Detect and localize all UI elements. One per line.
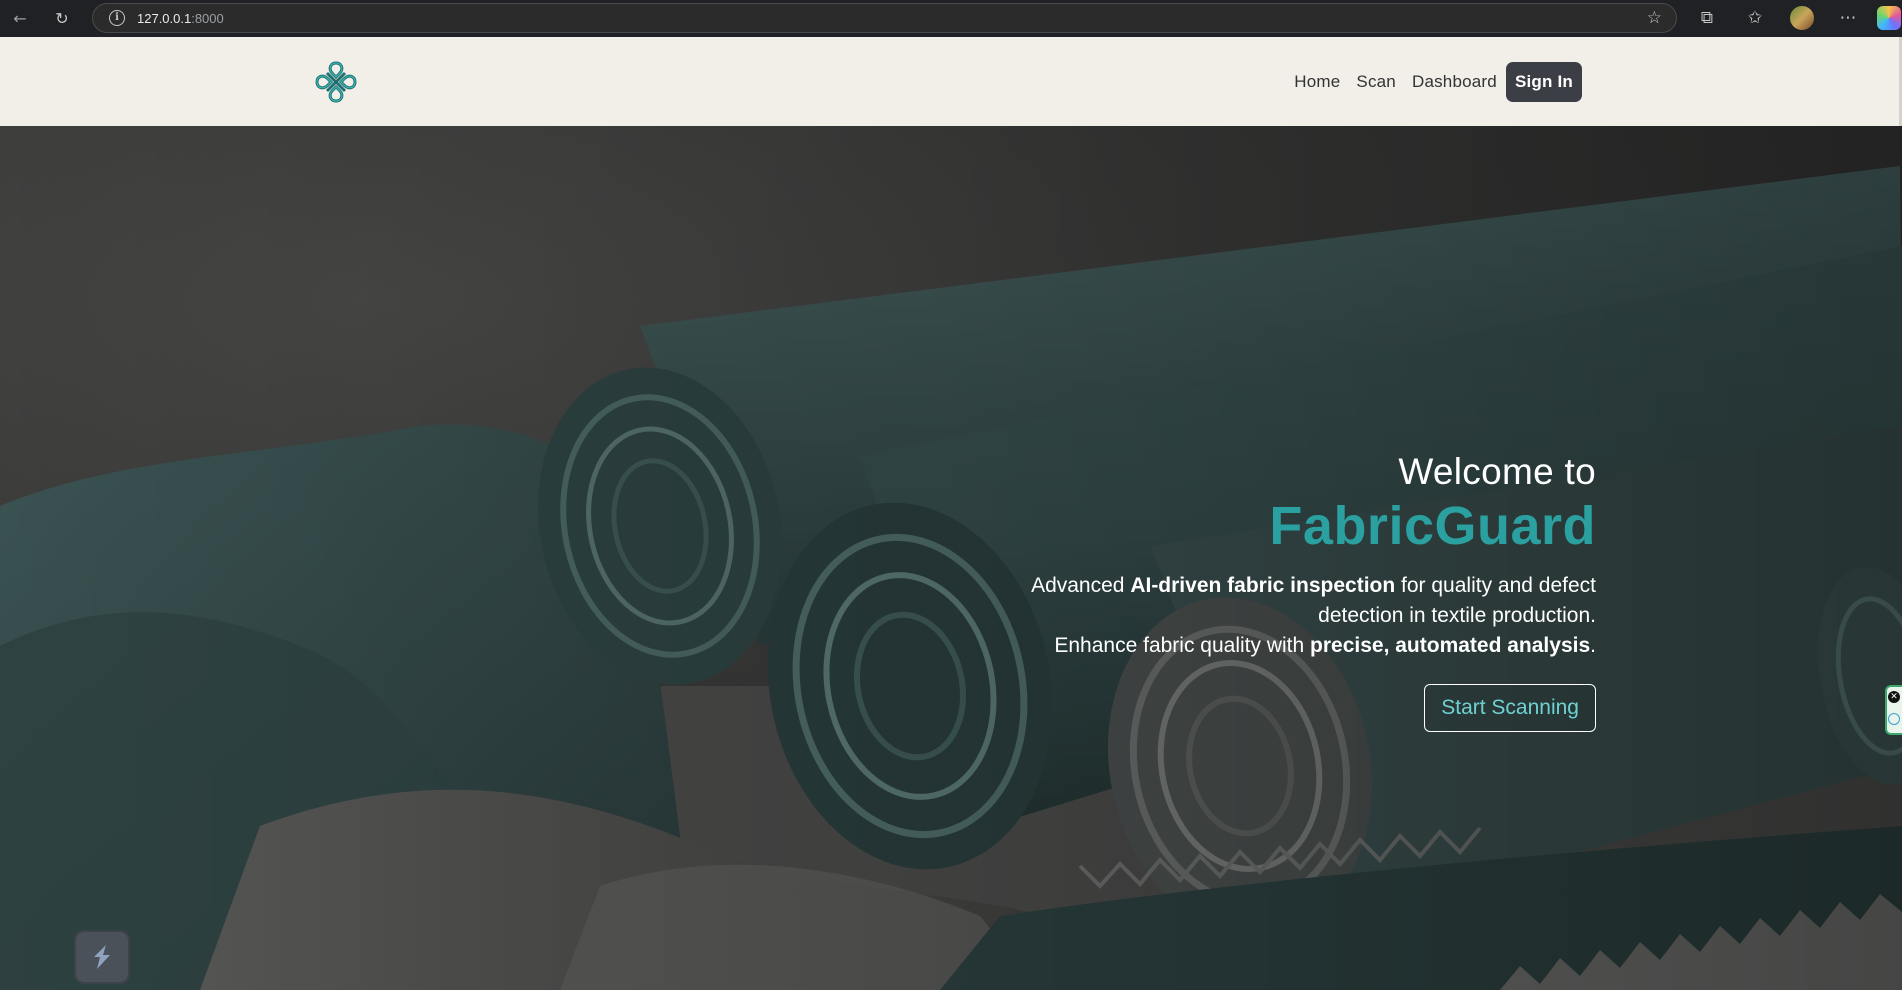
address-bar[interactable]: i 127.0.0.1:8000 ☆ [92, 3, 1677, 33]
hero-desc-line-1: Advanced AI-driven fabric inspection for… [1031, 571, 1596, 601]
desc-text: Advanced [1031, 574, 1131, 597]
lightning-icon [94, 945, 110, 969]
desc-text: . [1590, 634, 1596, 657]
hero-description: Advanced AI-driven fabric inspection for… [1031, 571, 1596, 661]
nav-dashboard-link[interactable]: Dashboard [1404, 64, 1505, 100]
logo-icon[interactable] [313, 59, 359, 105]
widget-icon[interactable] [1888, 713, 1900, 725]
url-port: :8000 [191, 10, 224, 26]
nav-scan-link[interactable]: Scan [1348, 64, 1404, 100]
start-scanning-button[interactable]: Start Scanning [1424, 684, 1596, 732]
floating-assistant-button[interactable] [74, 930, 130, 984]
more-icon[interactable]: ⋯ [1835, 5, 1861, 31]
avatar[interactable] [1790, 6, 1814, 30]
reload-icon[interactable]: ↻ [48, 5, 76, 33]
hero-welcome-text: Welcome to [1398, 451, 1596, 492]
hero-desc-line-2: detection in textile production. [1318, 604, 1596, 627]
desc-text: for quality and defect [1395, 574, 1596, 597]
hero-overlay [0, 126, 1902, 990]
site-navbar: Home Scan Dashboard Sign In [0, 37, 1902, 126]
nav-links: Home Scan Dashboard Sign In [1286, 62, 1582, 102]
info-icon[interactable]: i [109, 10, 125, 26]
star-icon[interactable]: ☆ [1647, 8, 1662, 28]
hero-desc-line-3: Enhance fabric quality with precise, aut… [1031, 631, 1596, 661]
hero-content: Welcome to FabricGuard Advanced AI-drive… [1031, 451, 1596, 732]
desc-bold-text: AI-driven fabric inspection [1130, 574, 1396, 597]
browser-toolbar: ← ↻ i 127.0.0.1:8000 ☆ ⧉ ✩ ⋯ [0, 0, 1902, 37]
copilot-icon[interactable] [1877, 6, 1901, 30]
favorites-icon[interactable]: ✩ [1742, 5, 1768, 31]
url-text[interactable]: 127.0.0.1:8000 [137, 11, 224, 26]
hero-brand-title: FabricGuard [1269, 496, 1596, 556]
desc-text: Enhance fabric quality with [1054, 634, 1311, 657]
puzzle-icon[interactable]: ⧉ [1694, 5, 1720, 31]
url-host: 127.0.0.1 [137, 10, 192, 26]
nav-home-link[interactable]: Home [1286, 64, 1348, 100]
desc-bold-text: precise, automated analysis [1310, 634, 1591, 657]
close-icon[interactable]: ✕ [1888, 691, 1900, 703]
arrow-left-icon[interactable]: ← [6, 5, 34, 33]
sign-in-button[interactable]: Sign In [1505, 62, 1582, 102]
hero-section: Welcome to FabricGuard Advanced AI-drive… [0, 126, 1902, 990]
side-widget[interactable]: ✕ [1885, 685, 1902, 735]
